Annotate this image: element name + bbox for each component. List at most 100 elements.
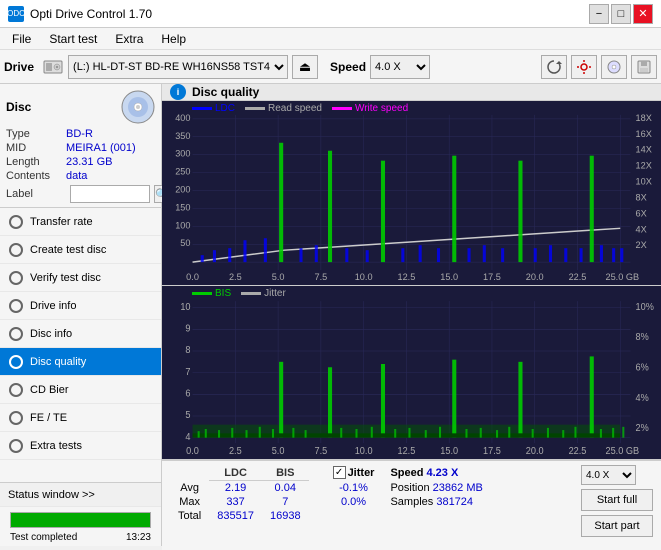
disc-length-row: Length 23.31 GB xyxy=(6,156,155,168)
max-ldc: 337 xyxy=(209,495,262,509)
toolbar: Drive (L:) HL-DT-ST BD-RE WH16NS58 TST4 … xyxy=(0,50,661,84)
nav-transfer-rate[interactable]: Transfer rate xyxy=(0,208,161,236)
svg-text:7: 7 xyxy=(185,367,190,378)
status-section: Status window >> Test completed 13:23 xyxy=(0,482,161,546)
avg-ldc: 2.19 xyxy=(209,480,262,495)
status-window-button[interactable]: Status window >> xyxy=(0,483,161,507)
disc-label-label: Label xyxy=(6,188,66,200)
svg-text:2X: 2X xyxy=(636,240,647,250)
svg-text:0.0: 0.0 xyxy=(186,272,199,282)
nav-disc-info[interactable]: Disc info xyxy=(0,320,161,348)
nav-extra-tests[interactable]: Extra tests xyxy=(0,432,161,460)
ldc-legend-item: LDC xyxy=(192,103,235,114)
speed-col-cell: Speed 4.23 X xyxy=(382,465,490,480)
drive-icon xyxy=(42,56,64,78)
nav-drive-info-label: Drive info xyxy=(30,300,76,312)
verify-test-disc-icon xyxy=(8,270,24,286)
status-window-label: Status window >> xyxy=(8,489,95,501)
charts-area: LDC Read speed Write speed xyxy=(162,101,661,550)
disc-quality-icon-header: i xyxy=(170,84,186,100)
nav-disc-quality-label: Disc quality xyxy=(30,356,86,368)
disc-button[interactable] xyxy=(601,55,627,79)
ldc-legend-color xyxy=(192,107,212,110)
avg-bis: 0.04 xyxy=(262,480,309,495)
total-row: Total 835517 16938 xyxy=(170,509,491,523)
menu-start-test[interactable]: Start test xyxy=(41,30,105,48)
jitter-checkbox-cell: ✓ Jitter xyxy=(325,465,383,480)
maximize-button[interactable]: □ xyxy=(611,4,631,24)
save-button[interactable] xyxy=(631,55,657,79)
jitter-checkbox[interactable]: ✓ xyxy=(333,466,346,479)
svg-text:9: 9 xyxy=(185,323,190,334)
menu-help[interactable]: Help xyxy=(153,30,194,48)
nav-verify-test-disc[interactable]: Verify test disc xyxy=(0,264,161,292)
svg-text:4X: 4X xyxy=(636,224,647,234)
svg-text:25.0 GB: 25.0 GB xyxy=(606,272,640,282)
menu-bar: File Start test Extra Help xyxy=(0,28,661,50)
bis-chart-svg: 10 9 8 7 6 5 4 10% 8% 6% 4% 2% 0.0 2.5 xyxy=(162,286,661,459)
svg-text:6%: 6% xyxy=(636,362,650,373)
ldc-header: LDC xyxy=(209,465,262,480)
speed-selector[interactable]: 4.0 X xyxy=(370,55,430,79)
svg-text:4%: 4% xyxy=(636,393,650,404)
type-value: BD-R xyxy=(66,128,93,140)
start-part-button[interactable]: Start part xyxy=(581,515,653,537)
stats-area: LDC BIS ✓ Jitter xyxy=(162,460,661,550)
nav-cd-bier[interactable]: CD Bier xyxy=(0,376,161,404)
total-bis: 16938 xyxy=(262,509,309,523)
nav-verify-test-disc-label: Verify test disc xyxy=(30,272,101,284)
nav-extra-tests-label: Extra tests xyxy=(30,440,82,452)
disc-quality-icon xyxy=(8,354,24,370)
svg-text:6: 6 xyxy=(185,388,190,399)
speed-label: Speed xyxy=(330,60,366,74)
disc-quality-header: i Disc quality xyxy=(162,84,661,101)
svg-text:6X: 6X xyxy=(636,208,647,218)
create-test-disc-icon xyxy=(8,242,24,258)
app-icon: ODC xyxy=(8,6,24,22)
progress-bar-fill xyxy=(11,513,150,527)
status-text-row: Test completed 13:23 xyxy=(4,531,157,544)
menu-extra[interactable]: Extra xyxy=(107,30,151,48)
svg-text:250: 250 xyxy=(175,167,190,177)
stats-row-container: LDC BIS ✓ Jitter xyxy=(170,465,653,537)
max-row: Max 337 7 0.0% Samples 381724 xyxy=(170,495,491,509)
svg-text:8X: 8X xyxy=(636,193,647,203)
menu-file[interactable]: File xyxy=(4,30,39,48)
drive-selector[interactable]: (L:) HL-DT-ST BD-RE WH16NS58 TST4 xyxy=(68,55,288,79)
svg-text:5.0: 5.0 xyxy=(272,272,285,282)
bis-chart-container: BIS Jitter xyxy=(162,286,661,460)
nav-items: Transfer rate Create test disc Verify te… xyxy=(0,208,161,460)
nav-disc-info-label: Disc info xyxy=(30,328,72,340)
nav-disc-quality[interactable]: Disc quality xyxy=(0,348,161,376)
svg-text:10%: 10% xyxy=(636,302,655,313)
right-panel: i Disc quality LDC Read speed xyxy=(162,84,661,546)
speed-dropdown[interactable]: 4.0 X xyxy=(581,465,636,485)
settings-button[interactable] xyxy=(571,55,597,79)
refresh-button[interactable] xyxy=(541,55,567,79)
nav-fe-te[interactable]: FE / TE xyxy=(0,404,161,432)
disc-section: Disc Type BD-R MID MEIRA1 (001) xyxy=(0,84,161,208)
nav-create-test-disc[interactable]: Create test disc xyxy=(0,236,161,264)
ldc-chart-container: LDC Read speed Write speed xyxy=(162,101,661,286)
title-bar-controls: − □ ✕ xyxy=(589,4,653,24)
start-full-button[interactable]: Start full xyxy=(581,489,653,511)
write-speed-legend-item: Write speed xyxy=(332,103,408,114)
eject-button[interactable]: ⏏ xyxy=(292,55,318,79)
svg-text:10.0: 10.0 xyxy=(355,272,373,282)
bis-legend-color xyxy=(192,292,212,295)
label-input[interactable] xyxy=(70,185,150,203)
svg-text:12.5: 12.5 xyxy=(397,446,415,457)
svg-text:16X: 16X xyxy=(636,129,652,139)
read-speed-legend-item: Read speed xyxy=(245,103,322,114)
minimize-button[interactable]: − xyxy=(589,4,609,24)
close-button[interactable]: ✕ xyxy=(633,4,653,24)
nav-fe-te-label: FE / TE xyxy=(30,412,67,424)
speed-col-value: 4.23 X xyxy=(426,467,458,479)
svg-text:17.5: 17.5 xyxy=(483,446,501,457)
nav-drive-info[interactable]: Drive info xyxy=(0,292,161,320)
svg-text:350: 350 xyxy=(175,131,190,141)
max-bis: 7 xyxy=(262,495,309,509)
svg-text:17.5: 17.5 xyxy=(483,272,501,282)
progress-area: Test completed 13:23 xyxy=(0,507,161,546)
status-time: 13:23 xyxy=(126,532,151,543)
